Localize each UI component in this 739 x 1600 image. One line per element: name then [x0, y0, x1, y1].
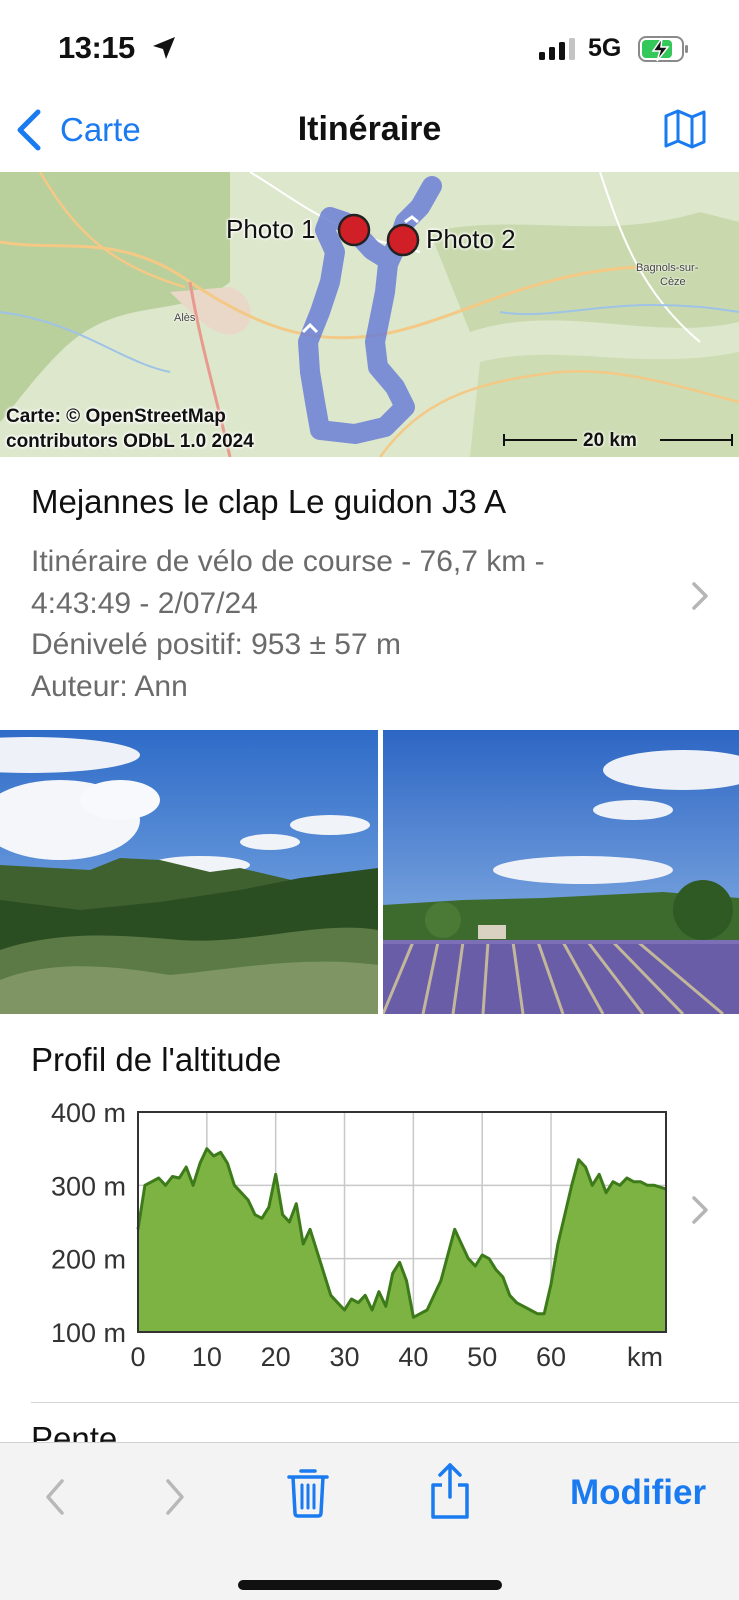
status-bar: 13:15 5G	[0, 0, 739, 100]
home-indicator	[238, 1580, 502, 1590]
chevron-right-icon	[692, 582, 708, 610]
x-tick-label: 50	[467, 1342, 497, 1372]
photo-1-marker	[337, 213, 371, 247]
x-tick-label: 0	[130, 1342, 145, 1372]
x-tick-label: 60	[536, 1342, 566, 1372]
map-scale-label: 20 km	[583, 430, 637, 451]
altitude-chart: 400 m 300 m 200 m 100 m0 10 20 30 40 50 60 km	[51, 1098, 667, 1372]
location-arrow-icon	[153, 37, 175, 59]
route-details-line4: Auteur: Ann	[31, 669, 188, 703]
route-details-line1: Itinéraire de vélo de course - 76,7 km -	[31, 545, 545, 578]
x-tick-label: 10	[192, 1342, 222, 1372]
trash-icon[interactable]	[286, 1465, 330, 1519]
route-map[interactable]: Photo 1 Photo 2 Alès Bagnols-sur- Cèze C…	[0, 172, 739, 457]
x-tick-label: 30	[329, 1342, 359, 1372]
photo-2[interactable]	[383, 730, 739, 1014]
x-tick-label: 20	[261, 1342, 291, 1372]
route-details: Itinéraire de vélo de course - 76,7 km -…	[31, 541, 651, 707]
x-tick-label: 40	[398, 1342, 428, 1372]
map-icon[interactable]	[662, 106, 708, 152]
y-tick-label: 100 m	[51, 1318, 126, 1348]
y-tick-label: 400 m	[51, 1098, 126, 1128]
photo-1[interactable]	[0, 730, 378, 1014]
map-photo-1-label[interactable]: Photo 1	[226, 214, 316, 245]
battery-charging-icon	[638, 36, 688, 62]
map-town-ceze: Cèze	[660, 276, 686, 288]
photo-2-marker	[386, 223, 420, 257]
bottom-toolbar: Modifier	[0, 1442, 739, 1600]
signal-bars-icon	[539, 38, 575, 60]
navigation-bar: Carte Itinéraire	[0, 100, 739, 172]
route-details-line3: Dénivelé positif: 953 ± 57 m	[31, 628, 401, 661]
next-button[interactable]	[160, 1475, 190, 1519]
modify-button[interactable]: Modifier	[570, 1473, 706, 1513]
altitude-section[interactable]: Profil de l'altitude 400 m 300 m 200 m 100 …	[0, 1014, 739, 1402]
map-attribution: Carte: © OpenStreetMap contributors ODbL…	[6, 404, 254, 454]
photo-gallery	[0, 730, 739, 1014]
network-label: 5G	[588, 34, 622, 62]
y-tick-label: 300 m	[51, 1171, 126, 1201]
share-icon[interactable]	[426, 1461, 474, 1521]
status-time: 13:15	[58, 30, 135, 65]
map-attribution-line1: Carte: © OpenStreetMap	[6, 406, 226, 427]
route-details-line2: 4:43:49 - 2/07/24	[31, 586, 258, 620]
route-title: Mejannes le clap Le guidon J3 A	[31, 483, 507, 520]
landscape-lavender-image	[383, 730, 739, 1014]
section-divider	[31, 1402, 739, 1403]
page-title: Itinéraire	[297, 110, 442, 148]
map-attribution-line2: contributors ODbL 1.0 2024	[6, 431, 254, 452]
map-town-ales: Alès	[174, 312, 196, 324]
altitude-chevron-right-icon	[692, 1196, 708, 1224]
landscape-hills-image	[0, 730, 378, 1014]
x-tick-label: km	[627, 1342, 663, 1372]
map-photo-2-label[interactable]: Photo 2	[426, 224, 516, 255]
altitude-heading: Profil de l'altitude	[31, 1041, 282, 1078]
previous-button[interactable]	[40, 1475, 70, 1519]
y-tick-label: 200 m	[51, 1245, 126, 1275]
map-town-bagnols: Bagnols-sur-	[636, 262, 699, 274]
route-info-row[interactable]: Mejannes le clap Le guidon J3 A Itinérai…	[0, 457, 739, 729]
